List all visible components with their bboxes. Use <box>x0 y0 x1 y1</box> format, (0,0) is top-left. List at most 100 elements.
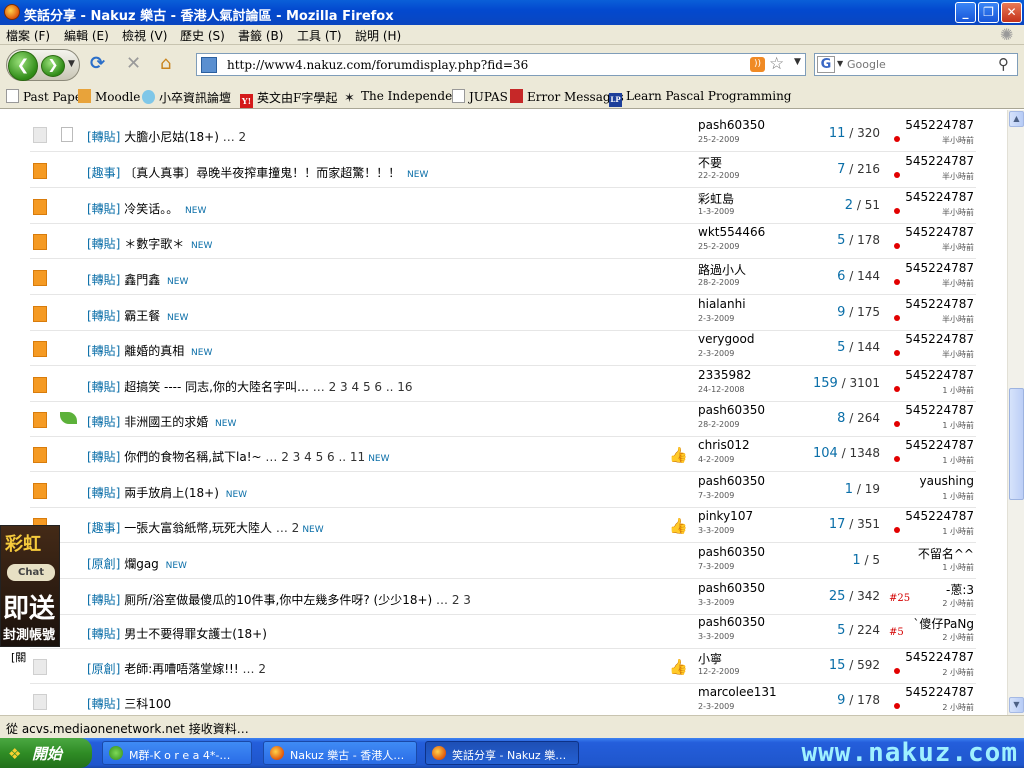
last-post-dot-icon[interactable] <box>894 703 900 709</box>
thread-title-link[interactable]: 一張大富翁紙幣,玩死大陸人 <box>124 521 272 535</box>
last-poster[interactable]: yaushing <box>920 474 974 488</box>
thread-author[interactable]: pash60350 <box>698 474 765 488</box>
last-poster[interactable]: -蔥:3 <box>946 581 974 598</box>
menu-tools[interactable]: 工具 (T) <box>297 27 342 44</box>
thread-tag[interactable]: [轉貼] <box>87 450 120 464</box>
thread-author[interactable]: verygood <box>698 332 754 346</box>
thread-title-link[interactable]: 兩手放肩上(18+) <box>124 486 219 500</box>
thread-tag[interactable]: [轉貼] <box>87 344 120 358</box>
last-poster[interactable]: 545224787 <box>905 118 974 132</box>
last-poster[interactable]: 545224787 <box>905 509 974 523</box>
thread-pages[interactable]: … 2 3 4 5 6 .. 16 <box>313 380 413 394</box>
thread-author[interactable]: pash60350 <box>698 118 765 132</box>
thread-title-link[interactable]: 超搞笑 ---- 同志,你的大陸名字叫… <box>124 380 309 394</box>
thread-pages[interactable]: … 2 <box>223 130 246 144</box>
task-firefox-1[interactable]: Nakuz 樂古 - 香港人… <box>263 741 417 765</box>
last-post-dot-icon[interactable] <box>894 668 900 674</box>
rss-feed-icon[interactable]: )) <box>750 57 765 72</box>
last-post-dot-icon[interactable] <box>894 456 900 462</box>
thread-title-link[interactable]: 厠所/浴室做最傻瓜的10件事,你中左幾多件呀? (少少18+) <box>124 593 432 607</box>
last-post-jump[interactable]: #25 <box>889 593 910 604</box>
thread-title-link[interactable]: 爛gag <box>124 557 159 571</box>
last-post-dot-icon[interactable] <box>894 243 900 249</box>
thread-author[interactable]: pash60350 <box>698 581 765 595</box>
thread-pages[interactable]: … 2 3 <box>436 593 471 607</box>
folder-icon[interactable] <box>33 483 47 499</box>
last-post-dot-icon[interactable] <box>894 279 900 285</box>
search-icon[interactable]: ⚲ <box>998 55 1009 73</box>
folder-icon[interactable] <box>33 447 47 463</box>
thread-tag[interactable]: [轉貼] <box>87 309 120 323</box>
last-poster[interactable]: 545224787 <box>905 685 974 699</box>
bookmark-independent[interactable]: ✶ The Independent <box>344 89 465 106</box>
scroll-up-icon[interactable]: ▲ <box>1009 111 1024 127</box>
last-poster[interactable]: 不留名^^ <box>918 545 974 562</box>
last-post-dot-icon[interactable] <box>894 527 900 533</box>
thread-title-link[interactable]: 老師:再嘈唔落堂嫁!!! <box>124 662 238 676</box>
thread-tag[interactable]: [原創] <box>87 557 120 571</box>
close-window-button[interactable]: ✕ <box>1001 2 1022 23</box>
menu-bookmarks[interactable]: 書籤 (B) <box>238 27 283 44</box>
thread-title-link[interactable]: 〔真人真事〕尋晚半夜搾車撞鬼！！而家超驚！！！ <box>124 166 400 180</box>
folder-icon[interactable] <box>33 377 47 393</box>
last-poster[interactable]: 545224787 <box>905 261 974 275</box>
last-post-jump[interactable]: #5 <box>889 627 904 638</box>
bookmark-star-icon[interactable]: ☆ <box>769 54 784 74</box>
menu-view[interactable]: 檢視 (V) <box>122 27 167 44</box>
thread-author[interactable]: marcolee131 <box>698 685 777 699</box>
folder-icon[interactable] <box>33 694 47 710</box>
thread-title-link[interactable]: 霸王餐 <box>124 309 160 323</box>
bookmark-forum[interactable]: 小卒資訊論壇 <box>142 89 231 106</box>
menu-file[interactable]: 檔案 (F) <box>6 27 50 44</box>
folder-icon[interactable] <box>33 163 47 179</box>
thread-pages[interactable]: … 2 <box>243 662 266 676</box>
thread-author[interactable]: pash60350 <box>698 545 765 559</box>
thread-pages[interactable]: … 2 <box>276 521 299 535</box>
thread-title-link[interactable]: 離婚的真相 <box>124 344 184 358</box>
folder-icon[interactable] <box>33 306 47 322</box>
thread-author[interactable]: pash60350 <box>698 615 765 629</box>
last-poster[interactable]: 545224787 <box>905 225 974 239</box>
thread-author[interactable]: 路過小人 <box>698 261 746 278</box>
thread-pages[interactable]: … 2 3 4 5 6 .. 11 <box>265 450 365 464</box>
folder-icon[interactable] <box>33 234 47 250</box>
search-input[interactable] <box>847 56 997 73</box>
last-post-dot-icon[interactable] <box>894 421 900 427</box>
last-post-dot-icon[interactable] <box>894 315 900 321</box>
bookmark-learn-pascal[interactable]: LP Learn Pascal Programming <box>609 89 792 107</box>
google-engine-icon[interactable]: G <box>817 56 835 73</box>
thread-tag[interactable]: [轉貼] <box>87 627 120 641</box>
thread-author[interactable]: 2335982 <box>698 368 751 382</box>
minimize-button[interactable]: _ <box>955 2 976 23</box>
folder-icon[interactable] <box>33 127 47 143</box>
thread-tag[interactable]: [轉貼] <box>87 202 120 216</box>
thread-title-link[interactable]: 冷笑话。。 <box>124 202 178 216</box>
folder-icon[interactable] <box>33 199 47 215</box>
back-button[interactable]: ❮ <box>8 51 38 81</box>
thread-tag[interactable]: [原創] <box>87 662 120 676</box>
thread-tag[interactable]: [轉貼] <box>87 237 120 251</box>
menu-history[interactable]: 歷史 (S) <box>180 27 225 44</box>
history-dropdown-icon[interactable]: ▼ <box>68 59 75 69</box>
thread-title-link[interactable]: 三科100 <box>124 697 171 711</box>
last-post-dot-icon[interactable] <box>894 350 900 356</box>
last-poster[interactable]: 545224787 <box>905 368 974 382</box>
folder-icon[interactable] <box>33 412 47 428</box>
url-dropdown-icon[interactable]: ▼ <box>794 57 801 67</box>
menu-edit[interactable]: 編輯 (E) <box>64 27 109 44</box>
thread-author[interactable]: chris012 <box>698 438 750 452</box>
folder-icon[interactable] <box>33 341 47 357</box>
thread-author[interactable]: pash60350 <box>698 403 765 417</box>
thread-title-link[interactable]: 男士不要得罪女護士(18+) <box>124 627 267 641</box>
last-post-dot-icon[interactable] <box>894 386 900 392</box>
last-poster[interactable]: 545224787 <box>905 190 974 204</box>
bookmark-jupas[interactable]: JUPAS <box>452 89 508 104</box>
maximize-button[interactable]: ❐ <box>978 2 999 23</box>
last-post-dot-icon[interactable] <box>894 136 900 142</box>
bookmark-english[interactable]: Y! 英文由F字學起 <box>240 89 337 108</box>
last-post-dot-icon[interactable] <box>894 208 900 214</box>
stop-icon[interactable]: ✕ <box>126 55 141 73</box>
scroll-down-icon[interactable]: ▼ <box>1009 697 1024 713</box>
thread-tag[interactable]: [轉貼] <box>87 697 120 711</box>
last-poster[interactable]: 545224787 <box>905 650 974 664</box>
